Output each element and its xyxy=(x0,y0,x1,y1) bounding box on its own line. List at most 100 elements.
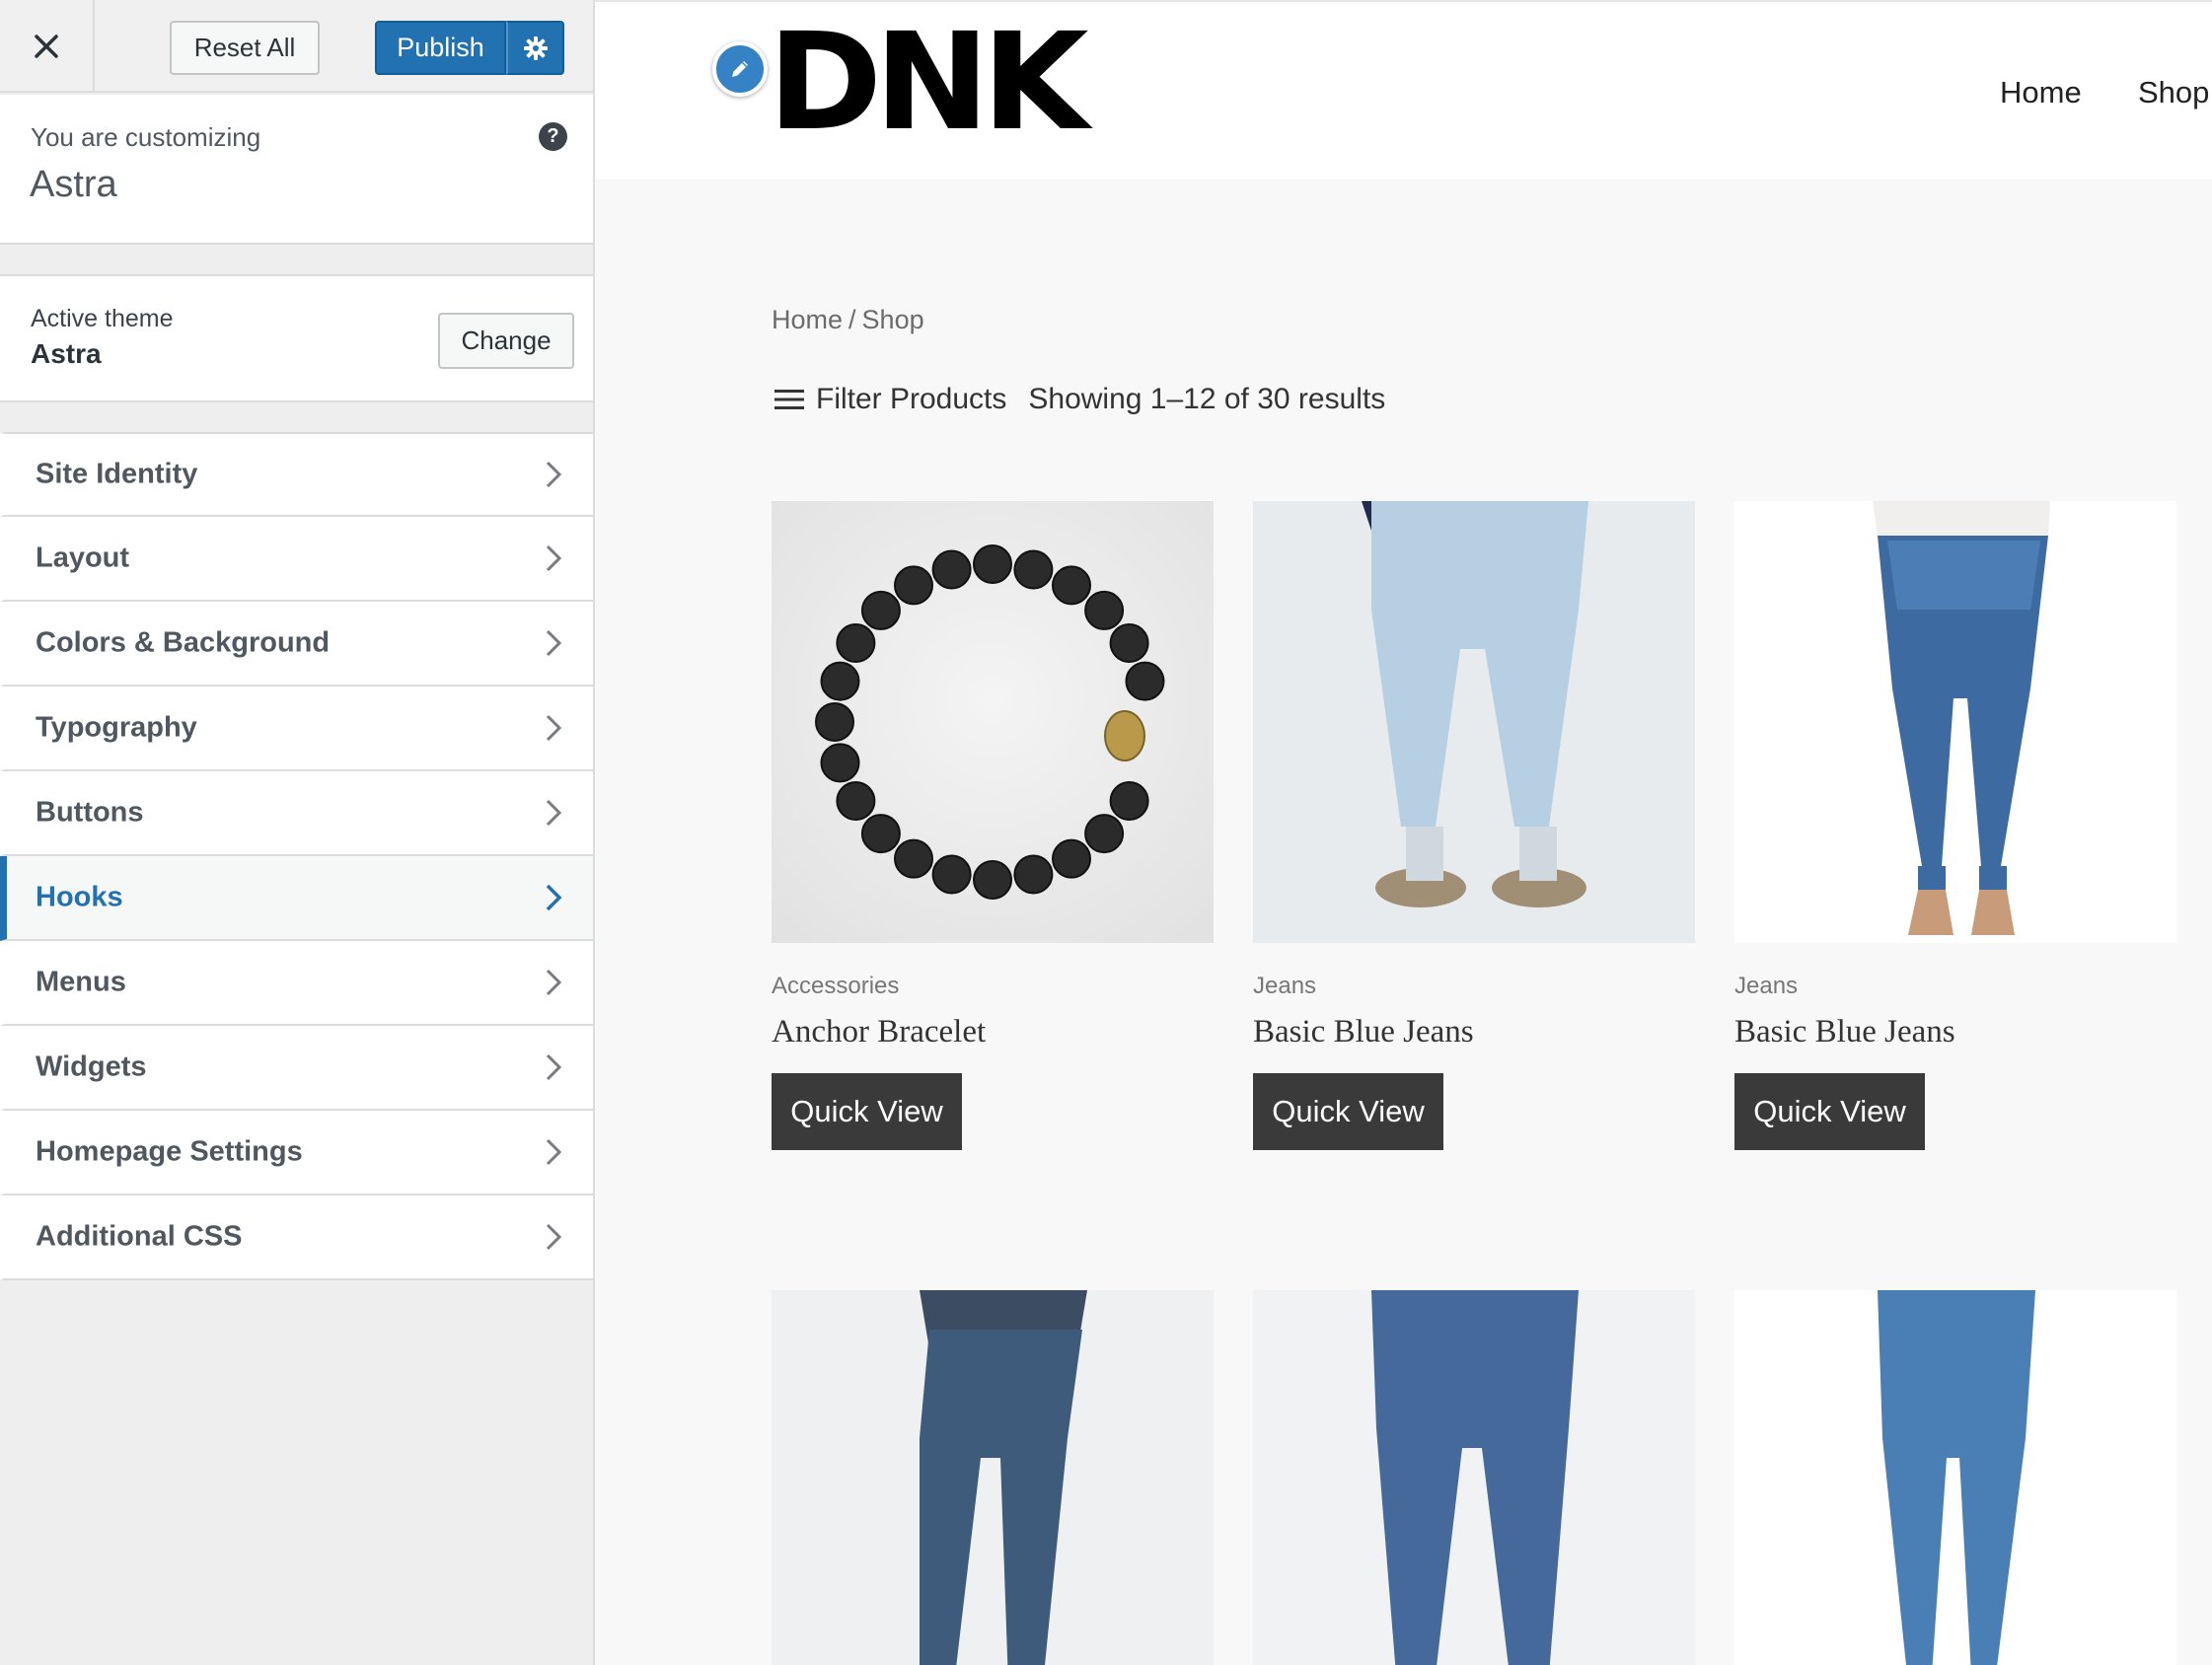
section-label: Site Identity xyxy=(36,458,198,490)
active-theme-panel: Active theme Astra Change xyxy=(0,274,593,402)
reset-all-button[interactable]: Reset All xyxy=(170,21,320,75)
chevron-right-icon xyxy=(546,884,562,911)
product-image[interactable] xyxy=(772,501,1214,943)
breadcrumb-current: Shop xyxy=(861,305,924,334)
edit-shortcut-pencil-icon[interactable] xyxy=(712,41,768,97)
quick-view-button[interactable]: Quick View xyxy=(772,1073,962,1150)
bead xyxy=(1052,838,1091,879)
bracelet-image xyxy=(772,501,1214,943)
product-image[interactable] xyxy=(1253,1290,1695,1665)
publish-button[interactable]: Publish xyxy=(375,21,506,75)
bead xyxy=(1013,854,1054,895)
section-menus[interactable]: Menus xyxy=(0,941,593,1026)
site-preview: DNK Home Shop Home / Shop Filter Products … xyxy=(595,0,2212,1665)
section-layout[interactable]: Layout xyxy=(0,517,593,602)
chevron-right-icon xyxy=(546,461,562,488)
product-title[interactable]: Basic Blue Jeans xyxy=(1253,1014,1474,1050)
section-typography[interactable]: Typography xyxy=(0,687,593,771)
blue-jeans-image xyxy=(1253,1290,1695,1665)
customizing-theme-name: Astra xyxy=(30,164,117,205)
section-label: Buttons xyxy=(36,796,144,829)
skinny-jeans-image xyxy=(1734,501,2176,943)
change-theme-button[interactable]: Change xyxy=(438,313,574,369)
quick-view-button[interactable]: Quick View xyxy=(1253,1073,1443,1150)
site-logo[interactable]: DNK xyxy=(768,16,1089,150)
section-buttons[interactable]: Buttons xyxy=(0,771,593,856)
close-icon xyxy=(35,35,58,58)
customizer-sidebar: Reset All Publish You are customizing As… xyxy=(0,0,595,1665)
product-image[interactable] xyxy=(1253,501,1695,943)
product-image[interactable] xyxy=(772,1290,1214,1665)
section-label: Colors & Background xyxy=(36,626,331,659)
shop-toolbar: Filter Products Showing 1–12 of 30 resul… xyxy=(774,383,1385,416)
dark-jeans-image xyxy=(772,1290,1214,1665)
section-label: Widgets xyxy=(36,1050,147,1083)
customizing-label: You are customizing xyxy=(31,122,261,152)
bead xyxy=(894,565,933,606)
product-title[interactable]: Basic Blue Jeans xyxy=(1734,1014,1955,1050)
product-category[interactable]: Jeans xyxy=(1253,973,1316,1000)
section-colors-background[interactable]: Colors & Background xyxy=(0,602,593,687)
bead xyxy=(973,860,1012,900)
close-customizer-button[interactable] xyxy=(0,0,95,93)
product-image[interactable] xyxy=(1734,501,2176,943)
site-header: DNK Home Shop xyxy=(595,0,2212,180)
nav-link-home[interactable]: Home xyxy=(2000,75,2082,110)
section-label: Additional CSS xyxy=(36,1220,243,1253)
help-icon[interactable]: ? xyxy=(539,122,567,151)
customizer-sections: Site Identity Layout Colors & Background… xyxy=(0,432,593,1280)
breadcrumb-home-link[interactable]: Home xyxy=(772,305,843,334)
product-title[interactable]: Anchor Bracelet xyxy=(772,1014,986,1050)
product-category[interactable]: Accessories xyxy=(772,973,899,1000)
active-theme-label: Active theme xyxy=(31,305,174,332)
section-label: Layout xyxy=(36,542,130,574)
filter-products-link[interactable]: Filter Products xyxy=(816,383,1006,416)
section-label: Typography xyxy=(36,711,197,744)
bead xyxy=(836,781,876,821)
section-label: Homepage Settings xyxy=(36,1135,303,1168)
chevron-right-icon xyxy=(546,799,562,827)
publish-settings-button[interactable] xyxy=(506,21,564,75)
section-homepage-settings[interactable]: Homepage Settings xyxy=(0,1111,593,1195)
section-site-identity[interactable]: Site Identity xyxy=(0,432,593,517)
product-image[interactable] xyxy=(1734,1290,2176,1665)
bead xyxy=(1013,549,1054,590)
nav-link-shop[interactable]: Shop xyxy=(2138,75,2209,110)
chevron-right-icon xyxy=(546,544,562,572)
bead xyxy=(1109,623,1149,663)
chevron-right-icon xyxy=(546,969,562,996)
chevron-right-icon xyxy=(546,1053,562,1081)
section-additional-css[interactable]: Additional CSS xyxy=(0,1195,593,1280)
bead xyxy=(860,590,901,630)
bead xyxy=(1084,814,1125,854)
customizer-header: Reset All Publish xyxy=(0,0,593,93)
bead xyxy=(1125,661,1165,701)
chevron-right-icon xyxy=(546,714,562,742)
quick-view-button[interactable]: Quick View xyxy=(1734,1073,1925,1150)
active-theme-name: Astra xyxy=(31,338,102,369)
bead xyxy=(820,743,860,783)
product-category[interactable]: Jeans xyxy=(1734,973,1798,1000)
bead xyxy=(1109,781,1149,821)
bead xyxy=(815,702,854,742)
light-jeans-image xyxy=(1253,501,1695,943)
bead xyxy=(1084,590,1125,630)
chevron-right-icon xyxy=(546,1138,562,1166)
section-label: Hooks xyxy=(36,881,123,913)
hamburger-menu-icon[interactable] xyxy=(774,389,804,410)
bead xyxy=(931,549,972,590)
section-label: Menus xyxy=(36,966,126,998)
breadcrumb: Home / Shop xyxy=(772,305,924,335)
section-hooks[interactable]: Hooks xyxy=(0,856,593,941)
breadcrumb-separator: / xyxy=(848,305,856,334)
gear-icon xyxy=(523,36,548,60)
blue-jeans-image xyxy=(1734,1290,2176,1665)
bead xyxy=(973,544,1012,584)
chevron-right-icon xyxy=(546,1223,562,1251)
result-count: Showing 1–12 of 30 results xyxy=(1028,383,1386,415)
bead xyxy=(894,838,933,879)
bead xyxy=(1052,565,1091,606)
section-widgets[interactable]: Widgets xyxy=(0,1026,593,1111)
bead xyxy=(836,623,876,663)
customizing-info-panel: You are customizing Astra ? xyxy=(0,95,593,245)
